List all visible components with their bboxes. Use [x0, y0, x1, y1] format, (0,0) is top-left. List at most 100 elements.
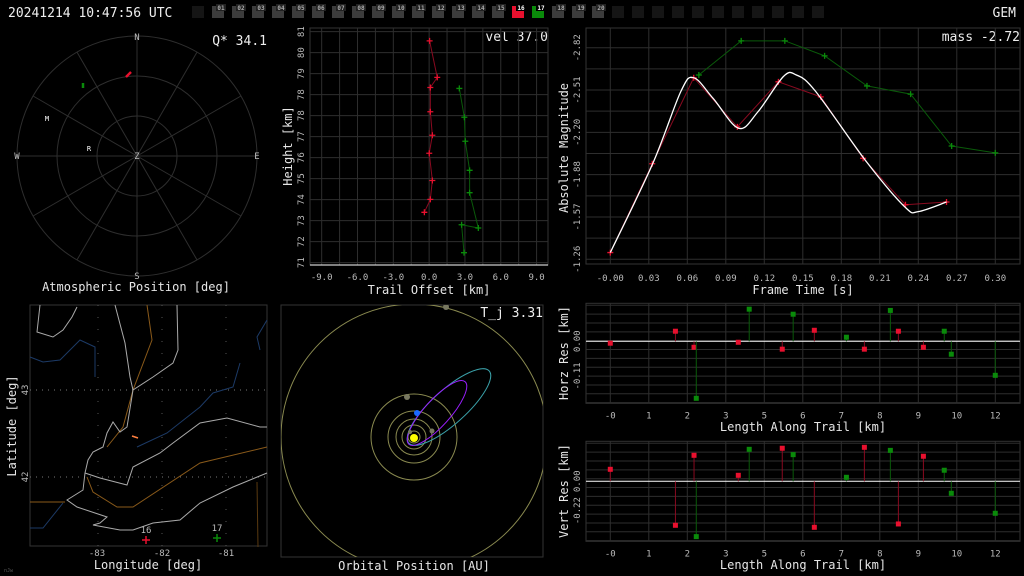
station-number: 07: [337, 5, 345, 12]
q-star-metric: Q* 34.1: [212, 34, 267, 49]
height-tick: 78: [297, 110, 307, 121]
network-name: GEM: [993, 6, 1017, 21]
trail-point: [426, 37, 433, 44]
station-number: 12: [437, 5, 445, 12]
azimuth-spoke: [136, 155, 198, 261]
magnitude-tick: -1.26: [573, 246, 583, 273]
residual-point-station-17: [746, 446, 752, 452]
trail-point: [429, 132, 436, 139]
station-box-empty[interactable]: [672, 6, 684, 18]
station-number: 14: [477, 5, 485, 12]
magnitude-tick: -1.88: [573, 161, 583, 188]
trail-line-station-16: [423, 40, 438, 213]
offset-tick: 6.0: [493, 273, 509, 283]
lat-tick: 43: [21, 385, 31, 396]
time-tick: 0.09: [715, 274, 737, 284]
station-number: 03: [257, 5, 265, 12]
moon-marker: M: [45, 115, 49, 123]
length-tick: 1: [646, 549, 651, 559]
station-number: 18: [557, 5, 565, 12]
river: [30, 502, 64, 529]
atmos-title: Atmospheric Position [deg]: [42, 280, 230, 294]
station-box-empty[interactable]: [812, 6, 824, 18]
tisserand-metric: T_j 3.31: [480, 306, 543, 321]
time-tick: 0.12: [753, 274, 775, 284]
station-box-empty[interactable]: [712, 6, 724, 18]
station-box-empty[interactable]: [612, 6, 624, 18]
station-box-empty[interactable]: [732, 6, 744, 18]
station-number: 08: [357, 5, 365, 12]
east-label: E: [254, 152, 259, 162]
residual-point-station-17: [746, 306, 752, 312]
length-tick: 10: [951, 411, 962, 421]
length-tick: 8: [877, 411, 882, 421]
offset-tick: -9.0: [311, 273, 333, 283]
coastline: [66, 472, 268, 531]
length-tick: -0: [605, 411, 616, 421]
trail-point: [427, 108, 434, 115]
height-tick: 77: [297, 131, 307, 142]
mass-metric: mass -2.72: [942, 30, 1020, 45]
trail-point: [466, 189, 473, 196]
residual-point-station-16: [607, 466, 613, 472]
river: [29, 339, 96, 377]
station-box-empty[interactable]: [792, 6, 804, 18]
residual-point-station-16: [691, 452, 697, 458]
hres-xlabel: Length Along Trail [km]: [720, 420, 886, 434]
residual-point-station-17: [693, 534, 699, 540]
station-box-empty[interactable]: [192, 6, 204, 18]
trail-ylabel: Height [km]: [281, 106, 295, 185]
azimuth-spoke: [136, 51, 198, 157]
trail-point: [434, 74, 441, 81]
residual-point-station-16: [779, 346, 785, 352]
height-tick: 80: [297, 47, 307, 58]
station-number: 02: [237, 5, 245, 12]
mag-xlabel: Frame Time [s]: [752, 283, 853, 297]
length-tick: 5: [762, 549, 767, 559]
time-tick: 0.06: [676, 274, 698, 284]
magnitude-tick: -2.20: [573, 119, 583, 146]
offset-tick: 9.0: [528, 273, 544, 283]
residual-point-station-16: [920, 453, 926, 459]
earth-icon: [414, 410, 420, 416]
lightcurve-fit: [609, 71, 947, 253]
station-16-marker: 16: [141, 526, 151, 544]
residual-point-station-16: [920, 344, 926, 350]
station-box-empty[interactable]: [752, 6, 764, 18]
azimuth-spoke: [32, 155, 138, 217]
time-tick: 0.27: [946, 274, 968, 284]
azimuth-spoke: [136, 155, 242, 217]
station-box-empty[interactable]: [772, 6, 784, 18]
station-box-empty[interactable]: [652, 6, 664, 18]
ground-map-panel: 16 17 -83 -82 -81 43 42 Longitude [deg] …: [4, 304, 268, 574]
height-tick: 74: [297, 194, 307, 205]
trail-point: [462, 138, 469, 145]
station-box-empty[interactable]: [632, 6, 644, 18]
coastline: [36, 304, 78, 338]
length-tick: 10: [951, 549, 962, 559]
coastline: [84, 389, 267, 486]
magnitude-panel: mass -2.72 Frame Time [s] Absolute Magni…: [557, 27, 1021, 297]
azimuth-spoke: [76, 51, 138, 157]
station-number: 01: [217, 5, 225, 12]
length-tick: 2: [685, 411, 690, 421]
length-tick: 6: [800, 411, 805, 421]
trail-point: [421, 209, 428, 216]
station-number: 04: [277, 5, 285, 12]
zenith-label: Z: [134, 152, 140, 162]
height-tick: 72: [297, 236, 307, 247]
height-tick: 79: [297, 68, 307, 79]
residual-point-station-16: [861, 346, 867, 352]
planet-icon: [408, 430, 412, 434]
lon-tick: -81: [218, 549, 234, 559]
vres-xlabel: Length Along Trail [km]: [720, 558, 886, 572]
vres-ylabel: Vert Res [km]: [557, 444, 571, 538]
lightcurve-point: [992, 149, 999, 156]
vertical-residuals-panel: Length Along Trail [km] Vert Res [km] -0…: [557, 440, 1021, 572]
station-box-empty[interactable]: [692, 6, 704, 18]
trail-point: [427, 196, 434, 203]
planet-icon: [429, 428, 435, 434]
height-tick: 78: [297, 89, 307, 100]
station-number: 09: [377, 5, 385, 12]
residual-point-station-16: [672, 522, 678, 528]
